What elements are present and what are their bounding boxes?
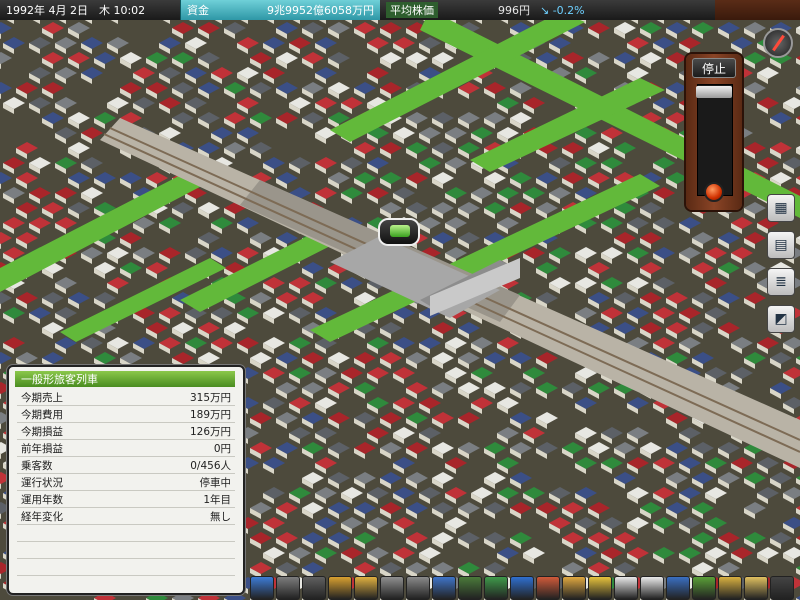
date-display: 1992年 4月 2日 木 10:02 — [0, 0, 180, 20]
track-tool-icon[interactable] — [276, 576, 300, 600]
rail-tool-icon[interactable] — [302, 576, 326, 600]
info-row-label: 経年変化 — [21, 510, 63, 523]
speed-knob-icon[interactable] — [704, 182, 724, 202]
info-row-value: 189万円 — [189, 408, 231, 421]
funds-display: 資金 9兆9952億6058万円 — [180, 0, 380, 20]
info-row-value: 0/456人 — [190, 459, 231, 472]
settings-tool-icon[interactable] — [666, 576, 690, 600]
blue-train-tool-icon[interactable] — [432, 576, 456, 600]
info-row-empty — [17, 542, 235, 559]
stock-display: 平均株価 996円 ↘ -0.2% — [380, 0, 715, 20]
info-row: 経年変化 無し — [17, 508, 235, 525]
exit-tool-icon[interactable] — [770, 576, 794, 600]
status-bar: 1992年 4月 2日 木 10:02 資金 9兆9952億6058万円 平均株… — [0, 0, 800, 20]
train-info-panel[interactable]: 一般形旅客列車 今期売上 315万円今期費用 189万円今期損益 126万円前年損益 0… — [7, 365, 245, 595]
graph-tool-icon[interactable] — [614, 576, 638, 600]
road-tool-icon[interactable] — [328, 576, 352, 600]
terrain-tool-icon[interactable] — [692, 576, 716, 600]
funds-value: 9兆9952億6058万円 — [267, 4, 374, 17]
compass-icon[interactable] — [763, 28, 793, 58]
speed-track[interactable] — [697, 84, 733, 196]
bus-tool-icon[interactable] — [354, 576, 378, 600]
info-row-label: 運行状況 — [21, 476, 63, 489]
info-row-empty — [17, 525, 235, 542]
info-row: 前年損益 0円 — [17, 440, 235, 457]
info-row: 乗客数 0/456人 — [17, 457, 235, 474]
info-row-value: 0円 — [213, 442, 231, 455]
report-icon[interactable]: ≣ — [767, 268, 795, 296]
worker-tool-icon[interactable] — [588, 576, 612, 600]
calculator-tool-icon[interactable] — [640, 576, 664, 600]
info-row: 運用年数 1年目 — [17, 491, 235, 508]
info-row-label: 運用年数 — [21, 493, 63, 506]
info-row: 今期売上 315万円 — [17, 389, 235, 406]
stock-label: 平均株価 — [386, 2, 438, 18]
funds-label: 資金 — [187, 4, 209, 17]
info-row: 今期損益 126万円 — [17, 423, 235, 440]
calendar-icon[interactable]: ▤ — [767, 231, 795, 259]
side-menu: ▦ ▤ ≣ ◩ — [767, 194, 795, 342]
info-row-label: 今期損益 — [21, 425, 63, 438]
speed-controller[interactable]: 停止 — [686, 54, 742, 210]
info-row-label: 乗客数 — [21, 459, 53, 472]
panel-rows: 今期売上 315万円今期費用 189万円今期損益 126万円前年損益 0円乗客数 0/45… — [17, 389, 235, 576]
train-marker-icon[interactable] — [378, 218, 420, 246]
info-row-value: 1年目 — [203, 493, 231, 506]
diagonal-tool-icon[interactable]: ◩ — [767, 305, 795, 333]
stock-change: ↘ -0.2% — [540, 3, 585, 17]
info-row-value: 126万円 — [189, 425, 231, 438]
ministry-icon[interactable]: ▦ — [767, 194, 795, 222]
materials-tool-icon[interactable] — [484, 576, 508, 600]
bottom-toolbar — [250, 563, 800, 600]
info-row-empty — [17, 559, 235, 576]
info-row: 運行状況 停車中 — [17, 474, 235, 491]
box-tool-icon[interactable] — [562, 576, 586, 600]
staff-tool-icon[interactable] — [744, 576, 768, 600]
stock-value: 996円 — [498, 4, 530, 17]
speed-lever-handle[interactable] — [696, 86, 732, 98]
bridge-tool-icon[interactable] — [406, 576, 430, 600]
train-tool-icon[interactable] — [250, 576, 274, 600]
info-row-value: 停車中 — [199, 476, 232, 489]
info-row: 今期費用 189万円 — [17, 406, 235, 423]
building-tool-icon[interactable] — [536, 576, 560, 600]
platform-tool-icon[interactable] — [380, 576, 404, 600]
info-row-label: 今期売上 — [21, 391, 63, 404]
info-row-value: 315万円 — [189, 391, 231, 404]
truck-tool-icon[interactable] — [458, 576, 482, 600]
pause-button[interactable]: 停止 — [692, 58, 736, 78]
arrows-tool-icon[interactable] — [510, 576, 534, 600]
panel-title: 一般形旅客列車 — [15, 371, 235, 387]
info-row-label: 前年損益 — [21, 442, 63, 455]
info-row-label: 今期費用 — [21, 408, 63, 421]
bulldoze-tool-icon[interactable] — [718, 576, 742, 600]
topbar-corner — [715, 0, 800, 20]
info-row-value: 無し — [210, 510, 231, 523]
